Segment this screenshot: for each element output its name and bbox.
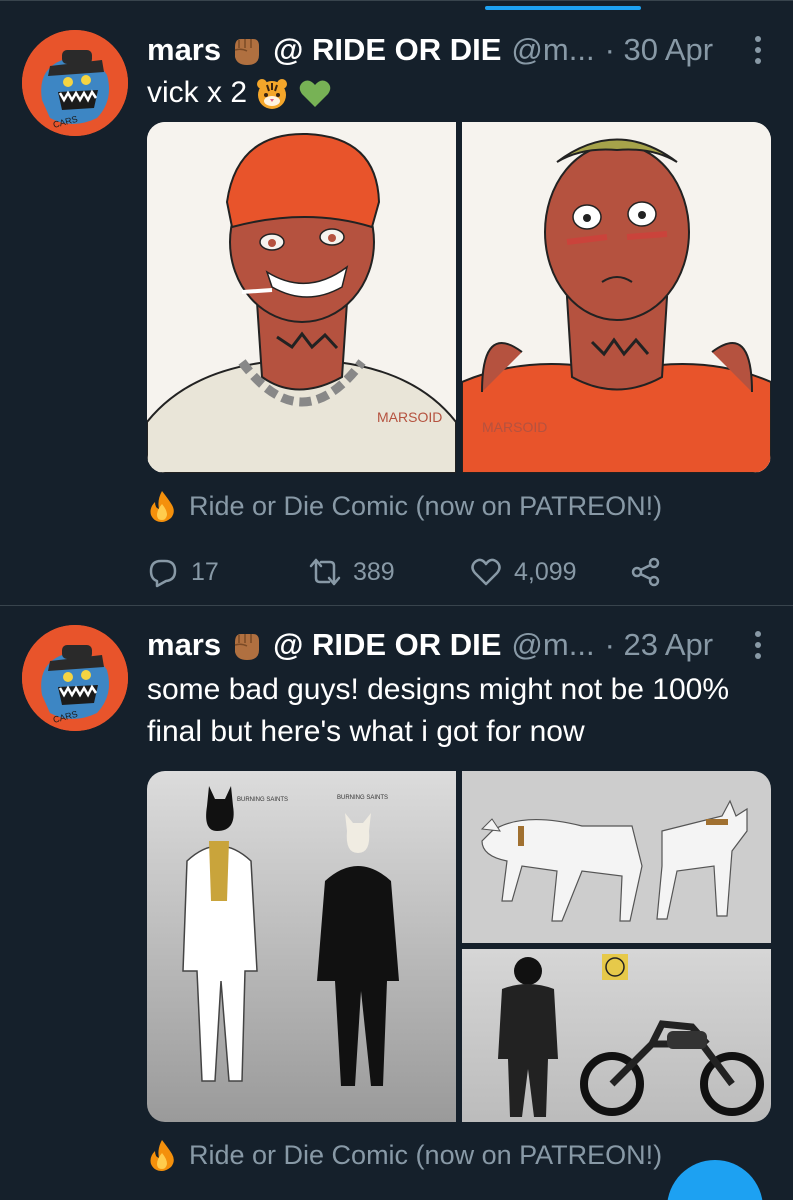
media-caption: BURNING SAINTS [237, 797, 288, 803]
reply-count: 17 [191, 557, 219, 586]
retweet-count: 389 [353, 557, 395, 586]
share-icon [631, 557, 660, 587]
reply-icon [149, 559, 177, 588]
raised-fist-icon [234, 39, 260, 65]
source-label: Ride or Die Comic (now on PATREON!) [189, 490, 663, 521]
tab-indicator [485, 6, 641, 10]
tweet-date[interactable]: · 23 Apr [605, 627, 714, 663]
green-heart-icon [299, 80, 330, 108]
more-options-icon[interactable] [743, 30, 773, 70]
author-handle[interactable]: @m... [511, 627, 594, 663]
author-name[interactable]: mars [147, 32, 221, 68]
reply-button[interactable]: 17 [147, 552, 219, 592]
media-image[interactable] [462, 771, 771, 943]
tweet-date[interactable]: · 30 Apr [605, 32, 714, 68]
media-image[interactable]: BURNING SAINTS BURNING SAINTS [147, 771, 456, 1122]
tweet-header: mars @ RIDE OR DIE @m... · 23 Apr [147, 625, 773, 665]
tweet[interactable]: CARS mars @ RIDE OR DIE @m... · 30 Apr v… [0, 12, 793, 606]
avatar[interactable]: CARS [22, 30, 128, 136]
media-grid: BURNING SAINTS BURNING SAINTS [147, 771, 771, 1122]
heart-icon [471, 558, 501, 586]
watermark: MARSOID [482, 419, 547, 435]
author-team: @ RIDE OR DIE [273, 627, 502, 662]
fire-icon [150, 491, 174, 522]
source-label: Ride or Die Comic (now on PATREON!) [189, 1139, 663, 1170]
tweet-text: some bad guys! designs might not be 100%… [147, 673, 730, 748]
media-image[interactable] [462, 949, 771, 1122]
author-name[interactable]: mars [147, 627, 221, 663]
media-image[interactable]: MARSOID [462, 122, 771, 473]
share-button[interactable] [629, 552, 661, 592]
tiger-face-icon [257, 79, 288, 110]
like-button[interactable]: 4,099 [470, 552, 577, 592]
more-options-icon[interactable] [743, 625, 773, 665]
top-divider [0, 0, 793, 1]
source-link[interactable]: Ride or Die Comic (now on PATREON!) [147, 1139, 662, 1171]
action-bar: 17 389 4,099 [147, 552, 677, 592]
like-count: 4,099 [514, 557, 577, 586]
source-link[interactable]: Ride or Die Comic (now on PATREON!) [147, 490, 662, 522]
tweet-text: vick x 2 [147, 72, 753, 114]
author-handle[interactable]: @m... [511, 32, 594, 68]
retweet-button[interactable]: 389 [309, 552, 395, 592]
retweet-icon [309, 558, 341, 586]
tweet-header: mars @ RIDE OR DIE @m... · 30 Apr [147, 30, 773, 70]
avatar[interactable]: CARS [22, 625, 128, 731]
author-team: @ RIDE OR DIE [273, 32, 502, 67]
fire-icon [150, 1140, 174, 1171]
tweet[interactable]: CARS mars @ RIDE OR DIE @m... · 23 Apr s… [0, 607, 793, 1200]
watermark: MARSOID [377, 409, 442, 425]
tweet-text-content: vick x 2 [147, 76, 248, 109]
media-grid: MARSOID MARSOID [147, 122, 771, 473]
media-image[interactable]: MARSOID [147, 122, 456, 473]
raised-fist-icon [234, 634, 260, 660]
media-caption: BURNING SAINTS [337, 795, 388, 801]
